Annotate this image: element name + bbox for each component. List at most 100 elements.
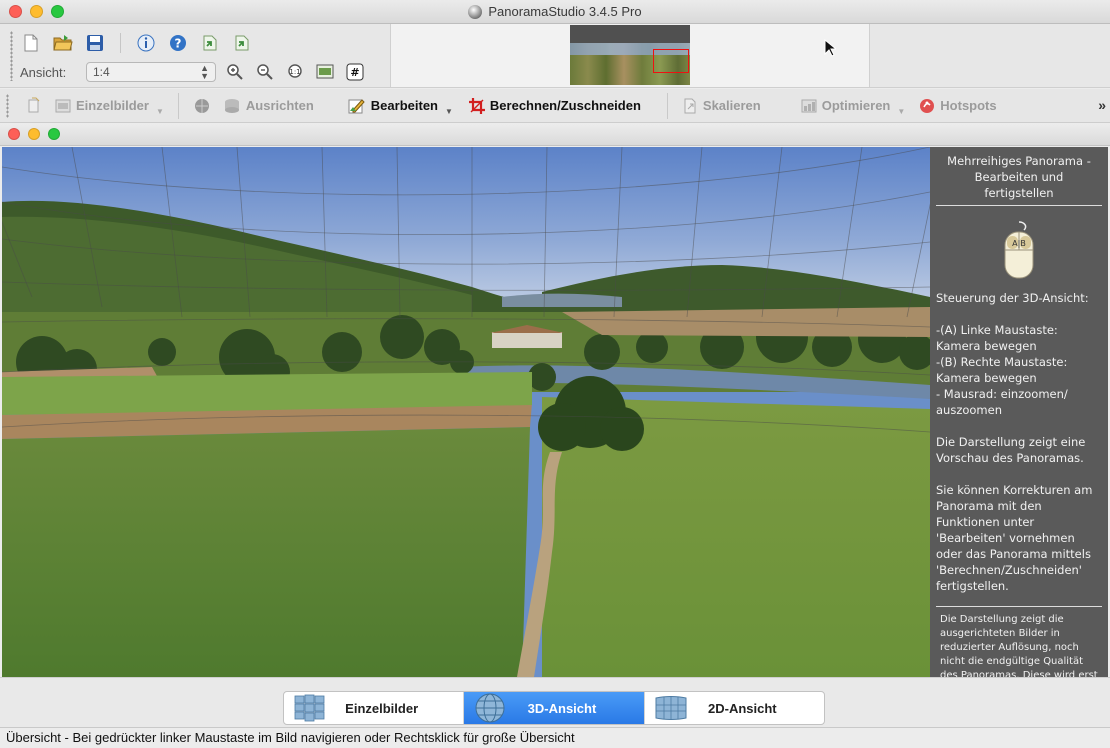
mouse-cursor-icon [824, 39, 836, 57]
workflow-bearbeiten-label: Bearbeiten [370, 98, 438, 113]
main-toolbar: ? Ansicht: 1:4 ▲ ▼ 1:1 # [0, 24, 1110, 88]
fit-window-icon[interactable] [314, 61, 336, 83]
document-titlebar [0, 124, 1110, 146]
document-close-button[interactable] [8, 128, 20, 140]
zoom-row: Ansicht: 1:4 ▲ ▼ 1:1 # [20, 60, 366, 84]
workflow-toolbar: Einzelbilder ▼ Ausrichten Bearbeiten ▼ B… [0, 89, 1110, 123]
updown-arrows-icon: ▲ ▼ [200, 63, 209, 81]
distant-hills [502, 293, 622, 307]
window-controls [9, 5, 64, 18]
viewport-frame[interactable] [653, 49, 689, 73]
scale-icon [684, 98, 696, 113]
workflow-ausrichten-label: Ausrichten [245, 98, 314, 113]
workflow-einzelbilder[interactable]: Einzelbilder ▼ [49, 92, 170, 120]
info-panel-note: Die Darstellung zeigt die ausgerichteten… [940, 614, 1098, 677]
workflow-separator [177, 92, 179, 119]
info-panel-divider [936, 606, 1102, 607]
workflow-bearbeiten[interactable]: Bearbeiten ▼ [342, 92, 459, 120]
globe-icon [475, 693, 505, 723]
window-title-group: PanoramaStudio 3.4.5 Pro [468, 4, 642, 19]
add-images-icon [28, 97, 40, 112]
zoom-100-icon[interactable]: 1:1 [284, 61, 306, 83]
toolbar-overflow-button[interactable]: » [1098, 97, 1106, 113]
optimize-icon [801, 99, 817, 112]
file-icon-row: ? [20, 31, 253, 55]
document-minimize-button[interactable] [28, 128, 40, 140]
zoom-select[interactable]: 1:4 ▲ ▼ [86, 62, 216, 82]
help-info-panel: Mehrreihiges Panorama - Bearbeiten und f… [930, 147, 1108, 677]
toolbar-left-group: ? Ansicht: 1:4 ▲ ▼ 1:1 # [8, 27, 390, 85]
toolbar-separator [120, 33, 121, 53]
workflow-hotspots[interactable]: Hotspots [913, 92, 1002, 120]
crop-icon [468, 97, 485, 114]
zoom-select-value: 1:4 [93, 65, 110, 79]
add-images-button[interactable] [19, 92, 49, 120]
workflow-separator [666, 92, 668, 119]
svg-text:#: # [350, 66, 359, 79]
zoom-button[interactable] [51, 5, 64, 18]
workflow-skalieren-label: Skalieren [702, 98, 761, 113]
stitch-button[interactable] [187, 92, 217, 120]
dropdown-arrow-icon[interactable]: ▼ [897, 107, 905, 116]
status-bar: Übersicht - Bei gedrückter linker Mausta… [0, 727, 1110, 748]
svg-text:1:1: 1:1 [289, 68, 300, 76]
info-icon[interactable] [135, 32, 157, 54]
thumbnail-sky [570, 25, 690, 43]
window-title: PanoramaStudio 3.4.5 Pro [488, 4, 642, 19]
document-window-controls [8, 128, 60, 140]
minimize-button[interactable] [30, 5, 43, 18]
zoom-label: Ansicht: [20, 64, 67, 80]
farmhouse [492, 332, 562, 348]
workflow-optimieren[interactable]: Optimieren ▼ [795, 92, 912, 120]
svg-text:?: ? [175, 37, 182, 51]
dropdown-arrow-icon[interactable]: ▼ [445, 107, 453, 116]
tab-3d-ansicht-label: 3D-Ansicht [527, 700, 597, 716]
foreground-field-left [2, 427, 530, 677]
workflow-hotspots-label: Hotspots [940, 98, 997, 113]
panorama-thumbnail[interactable] [570, 25, 690, 85]
mouse-icon-label: A|B [1012, 239, 1026, 248]
new-document-icon[interactable] [20, 32, 42, 54]
info-panel-body: Steuerung der 3D-Ansicht: -(A) Linke Mau… [936, 291, 1093, 593]
zoom-in-icon[interactable] [224, 61, 246, 83]
workflow-grip[interactable] [6, 93, 9, 118]
open-folder-icon[interactable] [52, 32, 74, 54]
info-panel-heading: Mehrreihiges Panorama - Bearbeiten und f… [936, 147, 1102, 206]
window-titlebar: PanoramaStudio 3.4.5 Pro [0, 0, 1110, 24]
view-segmented-control: Einzelbilder 3D-Ansicht 2D-Ansicht [283, 691, 825, 725]
align-icon [224, 98, 239, 113]
flat-panorama-icon [655, 696, 687, 720]
dropdown-arrow-icon[interactable]: ▼ [156, 107, 164, 116]
images-icon [55, 99, 71, 112]
stitch-icon [194, 98, 209, 113]
overview-preview-panel[interactable] [390, 24, 870, 87]
tab-einzelbilder[interactable]: Einzelbilder [284, 692, 465, 724]
view-switch-bar: Einzelbilder 3D-Ansicht 2D-Ansicht [0, 677, 1110, 727]
app-icon [468, 4, 483, 19]
workflow-berechnen-label: Berechnen/Zuschneiden [489, 98, 641, 113]
mouse-icon: A|B [1004, 221, 1034, 279]
panorama-3d-viewport[interactable] [2, 147, 930, 677]
workflow-optimieren-label: Optimieren [821, 98, 891, 113]
document-zoom-button[interactable] [48, 128, 60, 140]
toolbar-grip[interactable] [10, 31, 13, 81]
close-button[interactable] [9, 5, 22, 18]
edit-icon [348, 98, 365, 113]
tab-2d-ansicht-label: 2D-Ansicht [708, 700, 777, 716]
export-icon[interactable] [231, 32, 253, 54]
workflow-skalieren[interactable]: Skalieren [676, 92, 767, 120]
save-icon[interactable] [84, 32, 106, 54]
grid-icon[interactable]: # [344, 61, 366, 83]
workflow-einzelbilder-label: Einzelbilder [76, 98, 149, 113]
help-icon[interactable]: ? [167, 32, 189, 54]
workflow-berechnen-zuschneiden[interactable]: Berechnen/Zuschneiden [463, 92, 647, 120]
tiles-icon [294, 694, 325, 722]
panorama-preview-image [2, 147, 930, 677]
workflow-ausrichten[interactable]: Ausrichten [217, 92, 320, 120]
import-icon[interactable] [199, 32, 221, 54]
tab-3d-ansicht[interactable]: 3D-Ansicht [464, 692, 645, 724]
hotspot-icon [920, 98, 935, 113]
zoom-out-icon[interactable] [254, 61, 276, 83]
tab-einzelbilder-label: Einzelbilder [345, 700, 419, 716]
tab-2d-ansicht[interactable]: 2D-Ansicht [645, 692, 824, 724]
